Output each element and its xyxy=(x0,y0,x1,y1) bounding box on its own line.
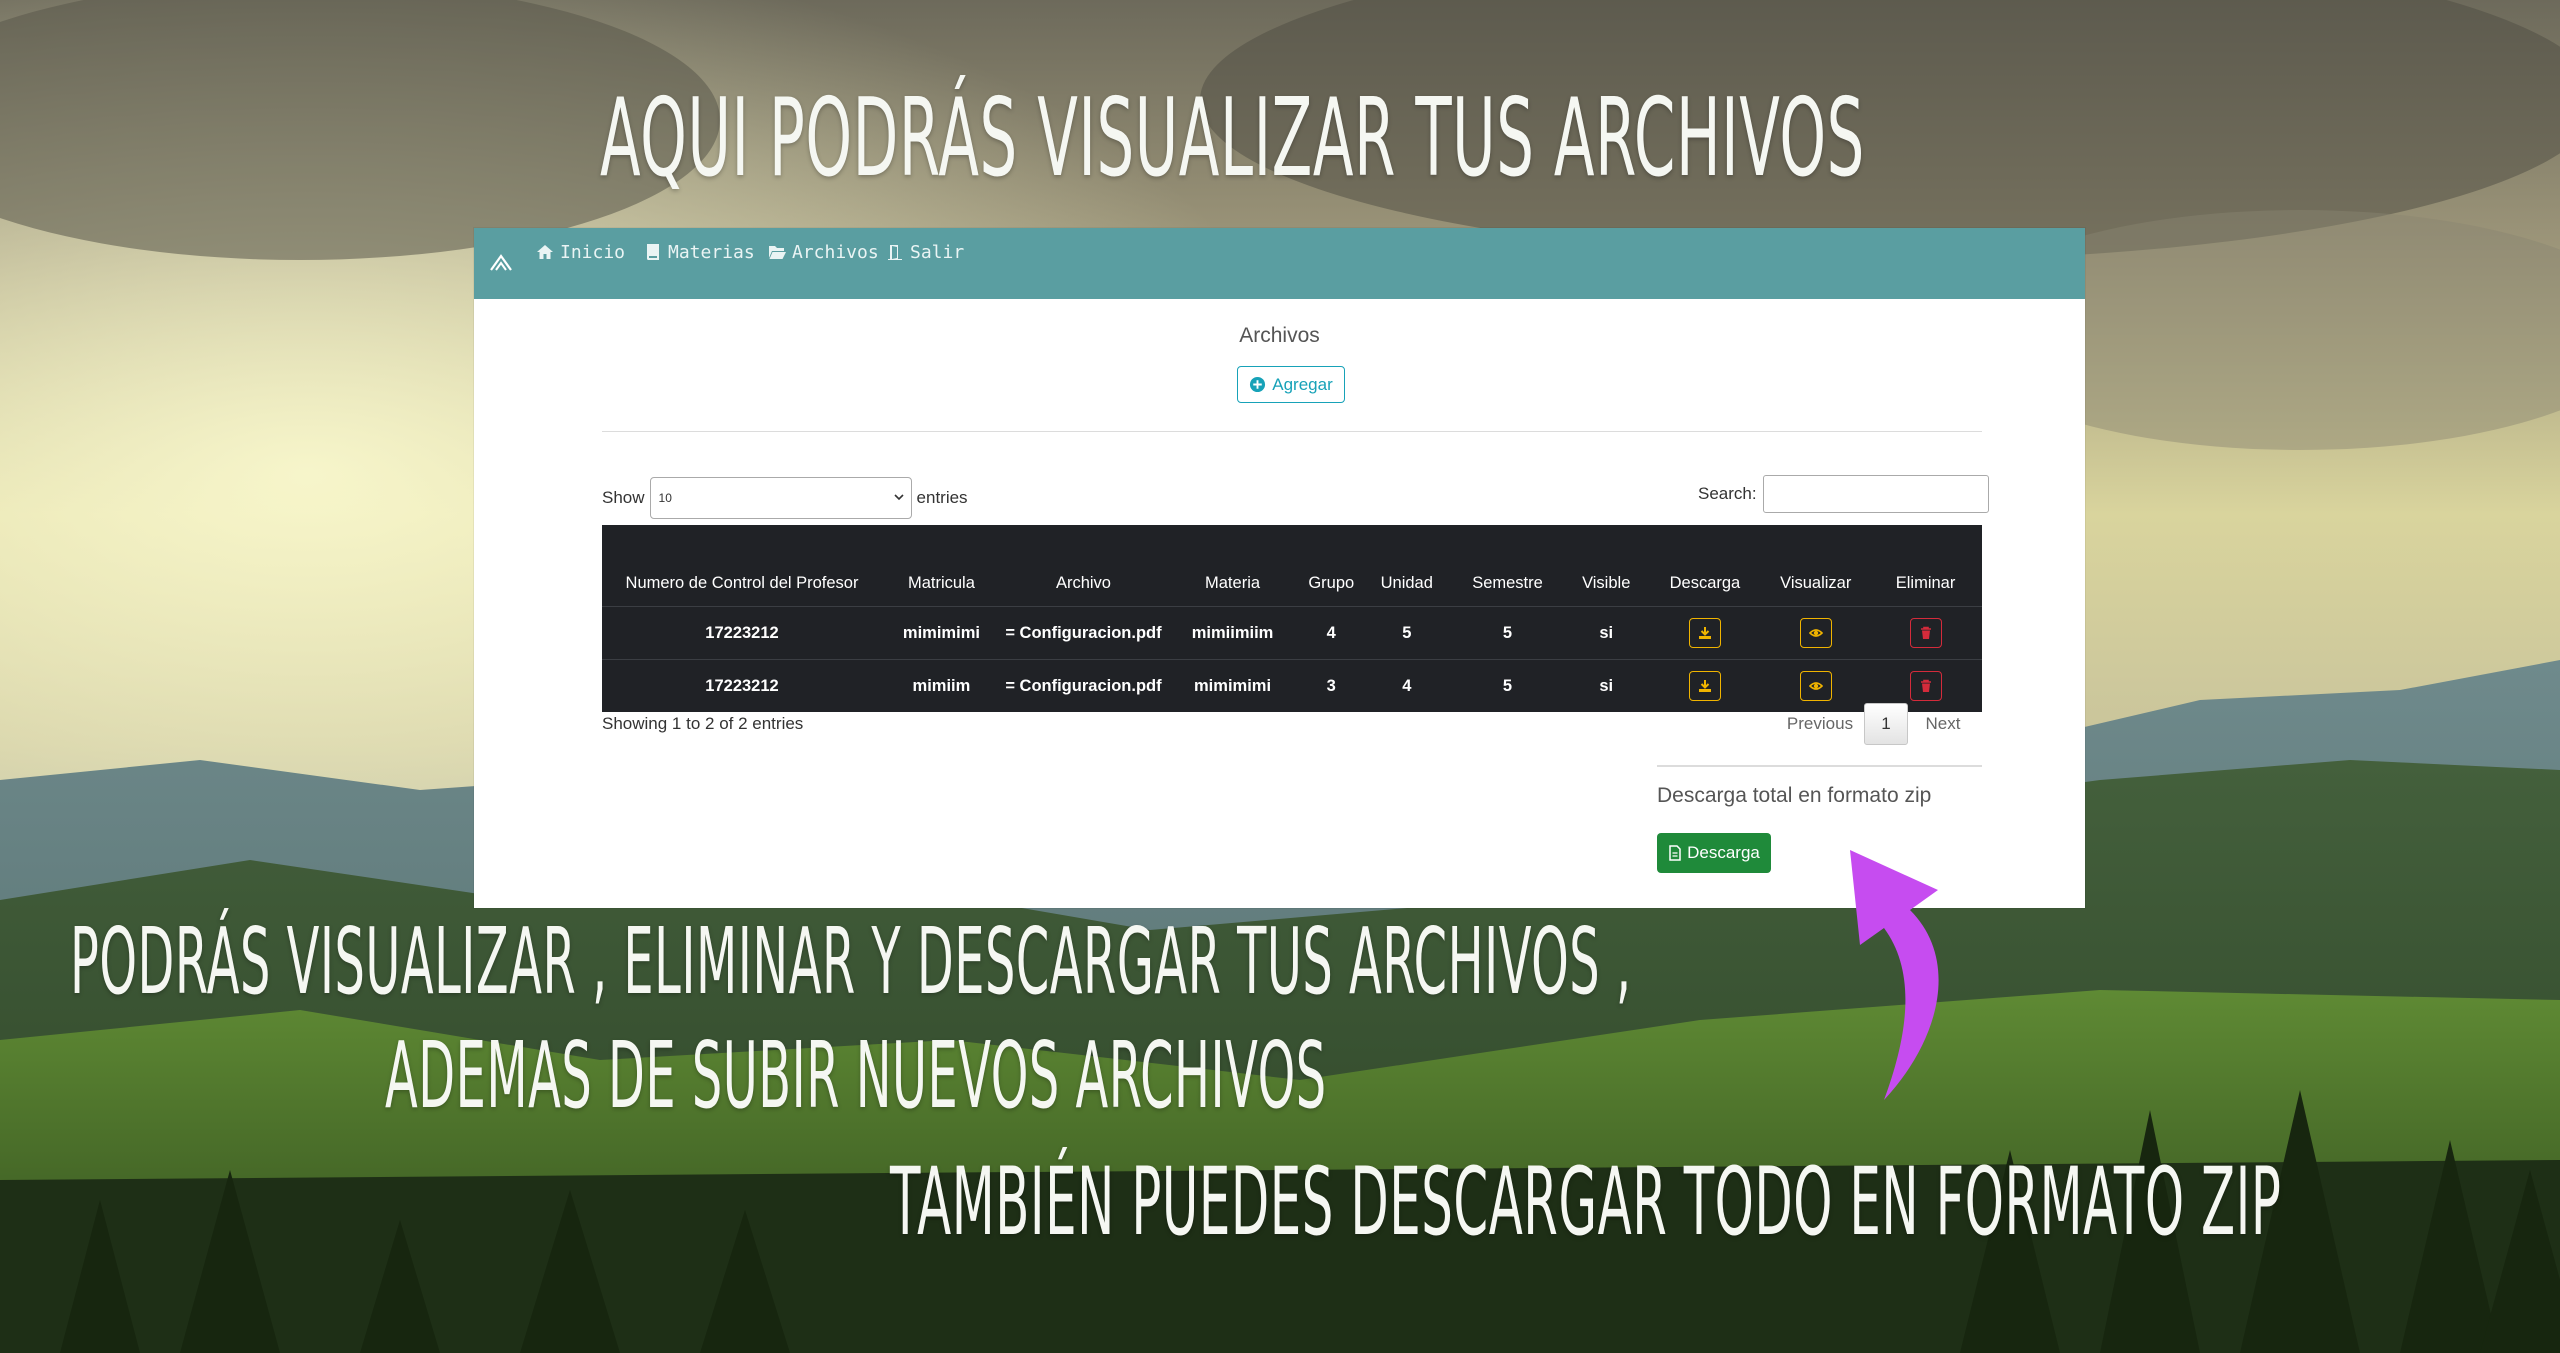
page-length-select[interactable]: 10 xyxy=(649,477,912,519)
show-label: Show xyxy=(602,488,645,507)
cell-profesor: 17223212 xyxy=(602,659,883,712)
nav-inicio[interactable]: Inicio xyxy=(536,239,625,265)
poster-title: AQUI PODRÁS VISUALIZAR TUS ARCHIVOS xyxy=(600,76,1865,201)
cell-archivo: = Configuracion.pdf xyxy=(1000,606,1167,660)
cell-eliminar xyxy=(1869,606,1982,660)
poster-line-3: TAMBIÉN PUEDES DESCARGAR TODO EN FORMATO… xyxy=(890,1148,2282,1257)
nav-archivos-label: Archivos xyxy=(792,241,879,263)
pagination-page-1[interactable]: 1 xyxy=(1864,703,1908,745)
nav-salir-label: Salir xyxy=(910,241,965,263)
zip-button-label: Descarga xyxy=(1687,843,1760,862)
app-window: Inicio Materias Archivos Salir Archivos … xyxy=(474,228,2085,908)
search-label: Search: xyxy=(1698,484,1757,503)
cell-visualizar xyxy=(1762,606,1870,660)
table-row: 17223212 mimimimi = Configuracion.pdf mi… xyxy=(602,606,1982,660)
divider xyxy=(1657,765,1982,767)
col-visualizar[interactable]: Visualizar xyxy=(1762,525,1869,607)
col-eliminar[interactable]: Eliminar xyxy=(1869,525,1982,607)
col-visible[interactable]: Visible xyxy=(1565,525,1648,607)
col-archivo[interactable]: Archivo xyxy=(1001,525,1166,607)
nav-materias-label: Materias xyxy=(668,241,755,263)
nav-inicio-label: Inicio xyxy=(560,241,626,263)
cell-visible: si xyxy=(1564,659,1648,712)
nav-materias[interactable]: Materias xyxy=(644,239,755,265)
table-header-row: Numero de Control del Profesor Matricula… xyxy=(602,525,1982,607)
chevron-down-icon xyxy=(893,494,904,501)
pagination-next[interactable]: Next xyxy=(1908,714,1978,734)
col-semestre[interactable]: Semestre xyxy=(1450,525,1565,607)
table-row: 17223212 mimiim = Configuracion.pdf mimi… xyxy=(602,659,1982,712)
table-info: Showing 1 to 2 of 2 entries xyxy=(602,714,804,733)
cell-semestre: 5 xyxy=(1450,606,1565,660)
col-profesor[interactable]: Numero de Control del Profesor xyxy=(602,525,882,607)
add-file-button[interactable]: Agregar xyxy=(1237,366,1345,403)
cell-grupo: 4 xyxy=(1299,606,1364,660)
delete-button[interactable] xyxy=(1909,671,1942,701)
nav-archivos[interactable]: Archivos xyxy=(768,239,879,265)
download-icon xyxy=(1698,627,1711,639)
files-table: Numero de Control del Profesor Matricula… xyxy=(602,525,1982,712)
curved-arrow-icon xyxy=(1850,850,1939,1100)
door-icon xyxy=(888,245,902,260)
pagination-previous[interactable]: Previous xyxy=(1776,714,1864,734)
cell-visible: si xyxy=(1564,606,1648,660)
col-matricula[interactable]: Matricula xyxy=(882,525,1001,607)
poster-line-1: PODRÁS VISUALIZAR , ELIMINAR Y DESCARGAR… xyxy=(70,908,1632,1015)
cell-semestre: 5 xyxy=(1450,659,1565,712)
col-materia[interactable]: Materia xyxy=(1166,525,1299,607)
nav-salir[interactable]: Salir xyxy=(886,239,964,265)
page-length-value: 10 xyxy=(658,491,672,505)
cell-grupo: 3 xyxy=(1299,659,1364,712)
cell-materia: mimiimiim xyxy=(1166,606,1300,660)
page-heading: Archivos xyxy=(1239,324,1320,347)
download-button[interactable] xyxy=(1688,671,1721,701)
home-icon xyxy=(537,245,553,259)
trash-icon xyxy=(1920,626,1931,639)
col-grupo[interactable]: Grupo xyxy=(1299,525,1363,607)
trash-icon xyxy=(1920,679,1931,692)
col-descarga[interactable]: Descarga xyxy=(1648,525,1763,607)
brand-logo-icon[interactable] xyxy=(488,250,514,276)
cell-descarga xyxy=(1647,606,1763,660)
delete-button[interactable] xyxy=(1909,618,1942,648)
file-icon xyxy=(1669,845,1681,861)
plus-circle-icon xyxy=(1250,376,1266,393)
cell-matricula: mimimimi xyxy=(882,606,1001,660)
download-button[interactable] xyxy=(1688,618,1721,648)
page-length-control: Show 10 entries xyxy=(602,476,968,520)
cell-profesor: 17223212 xyxy=(602,606,883,660)
zip-download-button[interactable]: Descarga xyxy=(1657,833,1771,873)
book-icon xyxy=(646,244,659,260)
cell-materia: mimimimi xyxy=(1166,659,1300,712)
entries-label: entries xyxy=(916,488,968,507)
view-button[interactable] xyxy=(1799,671,1832,701)
navbar: Inicio Materias Archivos Salir xyxy=(474,228,2085,299)
divider xyxy=(602,431,1982,432)
cell-archivo: = Configuracion.pdf xyxy=(1000,659,1167,712)
col-unidad[interactable]: Unidad xyxy=(1363,525,1450,607)
eye-icon xyxy=(1808,682,1823,690)
download-icon xyxy=(1698,680,1711,692)
search-control: Search: xyxy=(1698,475,1989,513)
add-button-label: Agregar xyxy=(1272,374,1333,394)
cell-unidad: 5 xyxy=(1363,606,1451,660)
cell-matricula: mimiim xyxy=(882,659,1001,712)
poster-line-2: ADEMAS DE SUBIR NUEVOS ARCHIVOS xyxy=(385,1022,1327,1129)
folder-open-icon xyxy=(769,246,786,259)
pagination: Previous 1 Next xyxy=(1776,703,1978,745)
zip-download-label: Descarga total en formato zip xyxy=(1657,784,1932,807)
search-input[interactable] xyxy=(1762,475,1989,513)
cell-unidad: 4 xyxy=(1363,659,1451,712)
view-button[interactable] xyxy=(1799,618,1832,648)
eye-icon xyxy=(1808,629,1823,637)
cell-descarga xyxy=(1647,659,1763,712)
